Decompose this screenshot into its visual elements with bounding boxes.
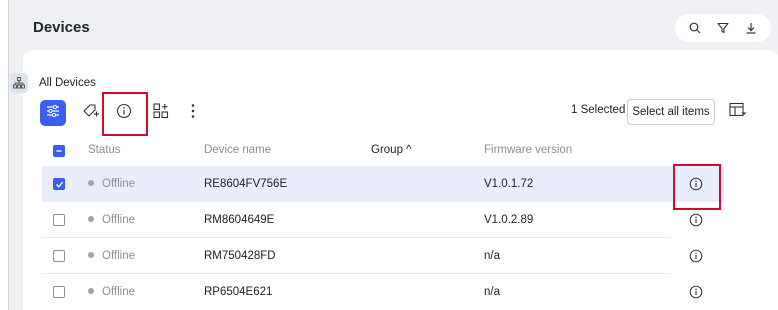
firmware-cell: V1.0.1.72 <box>484 178 534 190</box>
row-checkbox[interactable] <box>53 250 65 262</box>
hierarchy-icon[interactable] <box>10 73 28 93</box>
select-all-checkbox[interactable] <box>53 145 65 157</box>
status-dot <box>88 288 94 294</box>
table-row[interactable]: Offline RM8604649E V1.0.2.89 <box>42 202 724 238</box>
row-checkbox[interactable] <box>53 214 65 226</box>
table-row[interactable]: Offline RM750428FD n/a <box>42 238 724 274</box>
row-checkbox[interactable] <box>53 178 65 190</box>
column-settings-button[interactable] <box>727 101 749 123</box>
filter-settings-icon <box>46 104 60 123</box>
more-vertical-icon <box>191 103 195 124</box>
filter-settings-button[interactable] <box>40 100 66 126</box>
status-text: Offline <box>102 250 136 262</box>
search-icon[interactable] <box>685 18 705 38</box>
info-icon[interactable] <box>688 212 704 228</box>
add-widget-icon <box>153 102 169 124</box>
table-row[interactable]: Offline RE8604FV756E V1.0.1.72 <box>42 166 724 202</box>
status-cell: Offline <box>88 178 135 190</box>
row-checkbox[interactable] <box>53 286 65 298</box>
table-header: Status Device name Group ^ Firmware vers… <box>42 134 724 166</box>
device-name-cell: RM750428FD <box>204 250 276 262</box>
status-text: Offline <box>102 178 136 190</box>
firmware-cell: V1.0.2.89 <box>484 214 534 226</box>
status-cell: Offline <box>88 286 135 298</box>
page-header: Devices <box>9 0 778 50</box>
status-dot <box>88 216 94 222</box>
status-dot <box>88 252 94 258</box>
column-header-firmware[interactable]: Firmware version <box>484 144 572 156</box>
column-header-status[interactable]: Status <box>88 144 121 156</box>
add-tag-button[interactable] <box>80 99 102 127</box>
breadcrumb[interactable]: All Devices <box>39 77 96 89</box>
info-icon[interactable] <box>688 248 704 264</box>
download-icon[interactable] <box>741 18 761 38</box>
column-header-group[interactable]: Group ^ <box>371 144 412 156</box>
status-text: Offline <box>102 214 136 226</box>
column-settings-icon <box>729 102 747 123</box>
firmware-cell: n/a <box>484 250 500 262</box>
device-name-cell: RM8604649E <box>204 214 275 226</box>
status-text: Offline <box>102 286 136 298</box>
select-all-button[interactable]: Select all items <box>627 99 715 125</box>
selected-count: 1 Selected <box>571 104 626 116</box>
info-icon[interactable] <box>688 284 704 300</box>
status-dot <box>88 180 94 186</box>
column-header-device-name[interactable]: Device name <box>204 144 271 156</box>
device-name-cell: RE8604FV756E <box>204 178 288 190</box>
status-cell: Offline <box>88 250 135 262</box>
page-title: Devices <box>33 19 90 36</box>
status-cell: Offline <box>88 214 135 226</box>
more-options-button[interactable] <box>185 99 201 127</box>
filter-icon[interactable] <box>713 18 733 38</box>
header-tools <box>675 14 771 42</box>
add-widget-button[interactable] <box>150 99 172 127</box>
add-tag-icon <box>82 103 100 124</box>
info-button-highlight <box>102 92 148 136</box>
device-name-cell: RP6504E621 <box>204 286 273 298</box>
table-row[interactable]: Offline RP6504E621 n/a <box>42 274 724 310</box>
firmware-cell: n/a <box>484 286 500 298</box>
